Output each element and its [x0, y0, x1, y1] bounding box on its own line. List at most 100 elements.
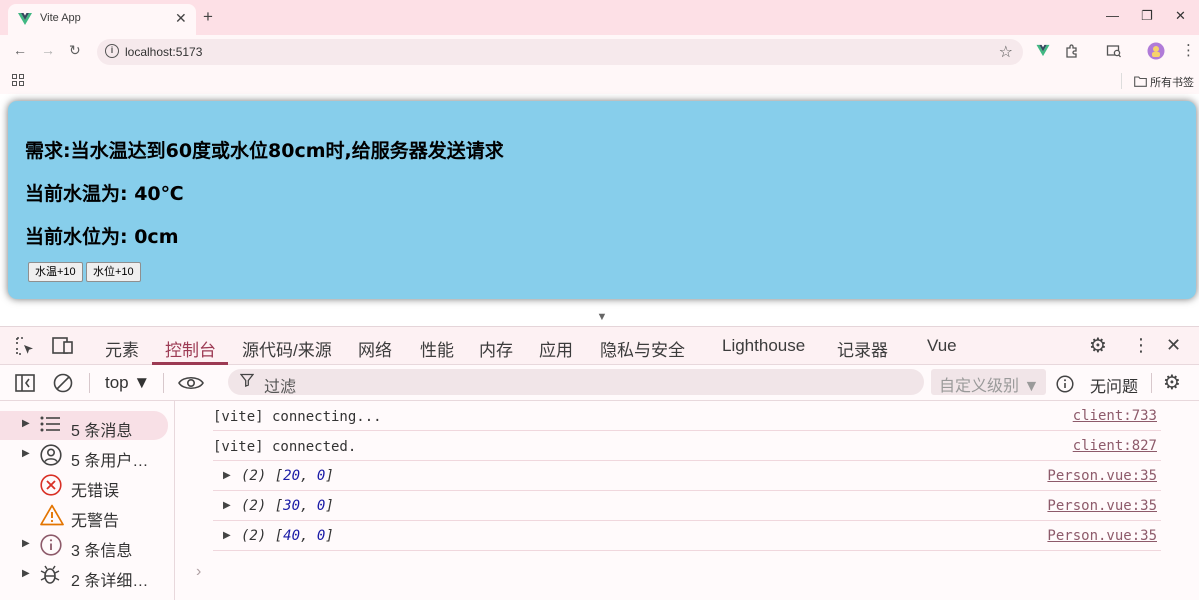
console-prompt[interactable]: ›	[196, 563, 201, 581]
devtools-tabbar: 元素 控制台 源代码/来源 网络 性能 内存 应用 隐私与安全 Lighthou…	[0, 327, 1199, 365]
folder-icon	[1134, 76, 1147, 87]
more-options-icon[interactable]: ⋮	[1132, 335, 1150, 356]
settings-gear-icon[interactable]: ⚙	[1089, 333, 1107, 358]
array-open-bracket: [	[266, 498, 284, 514]
console-array-message[interactable]: ▶ (2) [40, 0] Person.vue:35	[213, 521, 1161, 551]
info-icon	[40, 534, 62, 556]
issues-count[interactable]: 无问题	[1090, 373, 1138, 397]
toolbar-divider	[89, 373, 90, 393]
tab-console[interactable]: 控制台	[165, 336, 216, 361]
reload-button[interactable]: ↻	[69, 42, 81, 59]
tab-network[interactable]: 网络	[358, 336, 392, 361]
array-close-bracket: ]	[325, 468, 334, 484]
source-link[interactable]: Person.vue:35	[1047, 468, 1157, 484]
close-devtools-icon[interactable]: ✕	[1166, 335, 1181, 356]
extensions-puzzle-icon[interactable]	[1064, 43, 1080, 59]
console-filter-bar: top ▼ 过滤 自定义级别 ▼ 无问题 ⚙	[0, 365, 1199, 401]
back-button[interactable]: ←	[13, 42, 27, 58]
expand-arrow-icon[interactable]: ▶	[22, 418, 30, 429]
url-text: localhost:5173	[125, 45, 203, 59]
drawer-toggle-icon[interactable]: ▼	[588, 311, 616, 325]
site-info-icon[interactable]: i	[105, 44, 119, 58]
browser-tabstrip: Vite App ✕ + — ❐ ✕	[0, 0, 1199, 35]
tab-recorder[interactable]: 记录器	[837, 336, 888, 361]
tab-vue[interactable]: Vue	[927, 336, 957, 356]
source-link[interactable]: client:733	[1073, 408, 1157, 424]
expand-arrow-icon[interactable]: ▶	[22, 448, 30, 459]
source-link[interactable]: client:827	[1073, 438, 1157, 454]
bug-icon	[40, 565, 60, 584]
vue-devtools-extension-icon[interactable]	[1036, 44, 1050, 57]
sidebar-toggle-icon[interactable]	[15, 374, 35, 392]
tab-memory[interactable]: 内存	[479, 336, 513, 361]
expand-arrow-icon[interactable]: ▶	[22, 538, 30, 549]
array-preview: (2) [40, 0]	[241, 528, 334, 544]
browser-menu-icon[interactable]: ⋮	[1181, 41, 1196, 59]
expand-arrow-icon[interactable]: ▶	[223, 530, 231, 541]
profile-avatar-icon[interactable]	[1147, 42, 1165, 60]
tab-title: Vite App	[40, 12, 81, 24]
sidebar-item-label: 无错误	[71, 483, 120, 500]
devtools-panel: 元素 控制台 源代码/来源 网络 性能 内存 应用 隐私与安全 Lighthou…	[0, 326, 1199, 600]
new-tab-button[interactable]: +	[203, 7, 213, 27]
close-window-button[interactable]: ✕	[1175, 8, 1186, 24]
tab-sources[interactable]: 源代码/来源	[242, 336, 332, 361]
console-message: [vite] connected. client:827	[213, 431, 1161, 461]
sidebar-item-user-messages[interactable]: ▶ 5 条用户…	[0, 441, 168, 470]
log-levels-dropdown[interactable]: 自定义级别 ▼	[931, 369, 1046, 395]
filter-funnel-icon	[240, 373, 254, 387]
error-icon	[40, 474, 62, 496]
apps-grid-icon[interactable]	[12, 74, 24, 86]
array-open-bracket: [	[266, 528, 284, 544]
array-separator: ,	[300, 528, 317, 544]
array-close-bracket: ]	[325, 498, 334, 514]
bookmark-star-icon[interactable]: ☆	[999, 42, 1013, 62]
tab-application[interactable]: 应用	[539, 336, 573, 361]
tab-close-icon[interactable]: ✕	[175, 9, 187, 27]
issues-info-icon[interactable]	[1056, 375, 1074, 393]
sidebar-item-warnings[interactable]: 无警告	[0, 501, 168, 530]
array-separator: ,	[300, 468, 317, 484]
expand-arrow-icon[interactable]: ▶	[22, 568, 30, 579]
minimize-button[interactable]: —	[1106, 8, 1119, 23]
sidebar-item-messages[interactable]: ▶ 5 条消息	[0, 411, 168, 440]
sidebar-item-info[interactable]: ▶ 3 条信息	[0, 531, 168, 560]
temp-increase-button[interactable]: 水温+10	[28, 262, 83, 282]
source-link[interactable]: Person.vue:35	[1047, 498, 1157, 514]
warning-icon	[40, 504, 64, 526]
expand-arrow-icon[interactable]: ▶	[223, 470, 231, 481]
forward-button[interactable]: →	[41, 42, 55, 58]
tab-privacy-security[interactable]: 隐私与安全	[600, 336, 685, 361]
toolbar-divider	[163, 373, 164, 393]
source-link[interactable]: Person.vue:35	[1047, 528, 1157, 544]
console-array-message[interactable]: ▶ (2) [20, 0] Person.vue:35	[213, 461, 1161, 491]
expand-arrow-icon[interactable]: ▶	[223, 500, 231, 511]
console-array-message[interactable]: ▶ (2) [30, 0] Person.vue:35	[213, 491, 1161, 521]
restore-button[interactable]: ❐	[1141, 8, 1153, 24]
device-toolbar-icon[interactable]	[52, 337, 74, 355]
console-sidebar: ▶ 5 条消息 ▶ 5 条用户… 无错误 无警告 ▶ 3 条信息 ▶ 2 条详细…	[0, 401, 175, 600]
height-increase-button[interactable]: 水位+10	[86, 262, 141, 282]
live-expression-eye-icon[interactable]	[178, 375, 204, 391]
bookmarks-bar: 所有书签	[0, 68, 1199, 94]
tab-search-icon[interactable]	[1106, 43, 1122, 59]
address-bar[interactable]: i localhost:5173 ☆	[97, 39, 1023, 65]
water-monitor-card: 需求:当水温达到60度或水位80cm时,给服务器发送请求 当前水温为: 40℃ …	[8, 101, 1196, 299]
browser-tab[interactable]: Vite App ✕	[8, 4, 196, 35]
console-filter-input[interactable]: 过滤	[228, 369, 924, 396]
tab-elements[interactable]: 元素	[105, 336, 139, 361]
page-viewport: 需求:当水温达到60度或水位80cm时,给服务器发送请求 当前水温为: 40℃ …	[0, 94, 1199, 326]
all-bookmarks-folder[interactable]: 所有书签	[1134, 74, 1194, 90]
sidebar-item-verbose[interactable]: ▶ 2 条详细…	[0, 561, 168, 590]
tab-lighthouse[interactable]: Lighthouse	[722, 336, 805, 356]
all-bookmarks-label: 所有书签	[1150, 77, 1195, 89]
sidebar-item-errors[interactable]: 无错误	[0, 471, 168, 500]
clear-console-icon[interactable]	[53, 373, 73, 393]
inspect-element-icon[interactable]	[15, 336, 35, 356]
array-value: 20	[283, 468, 301, 484]
user-icon	[40, 444, 62, 466]
vue-logo-icon	[18, 13, 32, 25]
tab-performance[interactable]: 性能	[420, 336, 454, 361]
console-settings-gear-icon[interactable]: ⚙	[1163, 370, 1181, 395]
context-selector[interactable]: top ▼	[105, 373, 150, 393]
